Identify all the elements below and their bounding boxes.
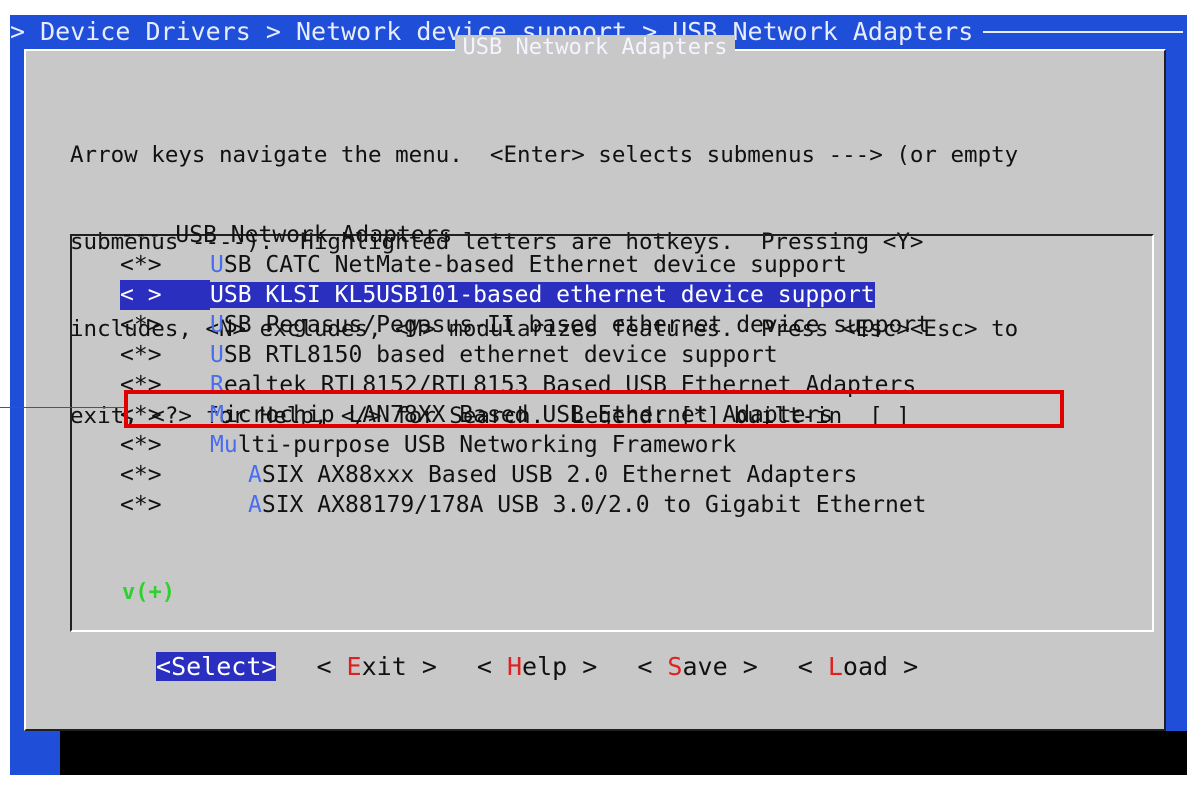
button-pre: < [797, 652, 828, 681]
menu-item-label: USB KLSI KL5USB101-based ethernet device… [210, 282, 875, 308]
dialog-title: USB Network Adapters [26, 35, 1164, 60]
menu-item-hotkey: A [248, 492, 262, 518]
button-select[interactable]: <Select> [156, 652, 277, 681]
menu-item-text: SIX AX88179/178A USB 3.0/2.0 to Gigabit … [261, 492, 927, 518]
menu-item-mark[interactable]: <*> [120, 430, 210, 460]
button-pre: < [476, 652, 507, 681]
more-items-indicator: v(+) [122, 580, 175, 605]
button-post: > [261, 652, 277, 681]
menu-item-label: ASIX AX88179/178A USB 3.0/2.0 to Gigabit… [210, 492, 927, 518]
menu-item-text: SB Pegasus/Pegasus-II based ethernet dev… [223, 312, 931, 338]
menu-item-label: Multi-purpose USB Networking Framework [210, 432, 736, 458]
button-text: elp [522, 652, 568, 681]
menu-item[interactable]: <*> ASIX AX88179/178A USB 3.0/2.0 to Giga… [120, 490, 1080, 520]
button-hotkey: H [506, 652, 523, 681]
menu-item-text: SIX AX88xxx Based USB 2.0 Ethernet Adapt… [261, 462, 858, 488]
button-oad[interactable]: < Load > [798, 652, 918, 681]
menu-item-mark[interactable]: <*> [120, 310, 210, 340]
menu-item-hotkey: A [248, 462, 262, 488]
button-post: > [727, 652, 758, 681]
menu-item-label: USB CATC NetMate-based Ethernet device s… [210, 252, 847, 278]
button-post: > [567, 652, 598, 681]
button-elp[interactable]: < Help > [477, 652, 597, 681]
button-post: > [406, 652, 437, 681]
menu-item[interactable]: <*> Multi-purpose USB Networking Framewor… [120, 430, 1080, 460]
menu-item[interactable]: < > USB KLSI KL5USB101-based ethernet dev… [120, 280, 1080, 310]
button-pre: < [316, 652, 347, 681]
menu-item-hotkey: Mu [210, 432, 238, 458]
menu-item[interactable]: <*> ASIX AX88xxx Based USB 2.0 Ethernet A… [120, 460, 1080, 490]
button-bar: <Select> < Exit > < Help > < Save > < Load > [156, 652, 918, 681]
menu-item-mark[interactable]: <*> [120, 490, 210, 520]
button-text: Select [171, 652, 262, 681]
menu-item[interactable]: <*> USB RTL8150 based ethernet device sup… [120, 340, 1080, 370]
menu-item-mark[interactable]: <*> [120, 460, 210, 490]
menu-list: --- USB Network Adapters <*> USB CATC Net… [120, 220, 1080, 520]
button-xit[interactable]: < Exit > [316, 652, 436, 681]
menu-item-mark[interactable]: <*> [120, 340, 210, 370]
button-pre: < [156, 652, 172, 681]
menu-item-label: USB Pegasus/Pegasus-II based ethernet de… [210, 312, 930, 338]
menu-item-label: ASIX AX88xxx Based USB 2.0 Ethernet Adap… [210, 462, 857, 488]
button-text: xit [361, 652, 407, 681]
menu-item-text: SB CATC NetMate-based Ethernet device su… [223, 252, 847, 278]
menu-item-label: USB RTL8150 based ethernet device suppor… [210, 342, 778, 368]
button-pre: < [637, 652, 668, 681]
menu-item-hotkey: U [210, 312, 224, 338]
menu-item-mark[interactable]: < > [120, 280, 210, 310]
menu-item-text: lti-purpose USB Networking Framework [237, 432, 737, 458]
title-rule [983, 31, 1183, 33]
menu-item[interactable]: <*> USB Pegasus/Pegasus-II based ethernet… [120, 310, 1080, 340]
button-hotkey: L [827, 652, 843, 681]
button-ave[interactable]: < Save > [637, 652, 757, 681]
menu-item-hotkey: U [210, 252, 224, 278]
button-post: > [888, 652, 919, 681]
menu-item-mark[interactable]: <*> [120, 250, 210, 280]
menu-item[interactable]: <*> USB CATC NetMate-based Ethernet devic… [120, 250, 1080, 280]
menu-item-text: SB RTL8150 based ethernet device support [223, 342, 778, 368]
menu-item-text: USB KLSI KL5USB101-based ethernet device… [210, 282, 875, 308]
help-line: Arrow keys navigate the menu. <Enter> se… [70, 142, 1019, 168]
button-hotkey: S [667, 652, 683, 681]
button-text: ave [682, 652, 728, 681]
callout-line [0, 407, 124, 408]
menu-header: --- USB Network Adapters [120, 222, 453, 248]
menu-item-hotkey: U [210, 342, 224, 368]
button-text: oad [842, 652, 889, 681]
callout-highlight-box [124, 390, 1064, 428]
button-hotkey: E [346, 652, 362, 681]
dialog-shadow [60, 731, 1187, 775]
